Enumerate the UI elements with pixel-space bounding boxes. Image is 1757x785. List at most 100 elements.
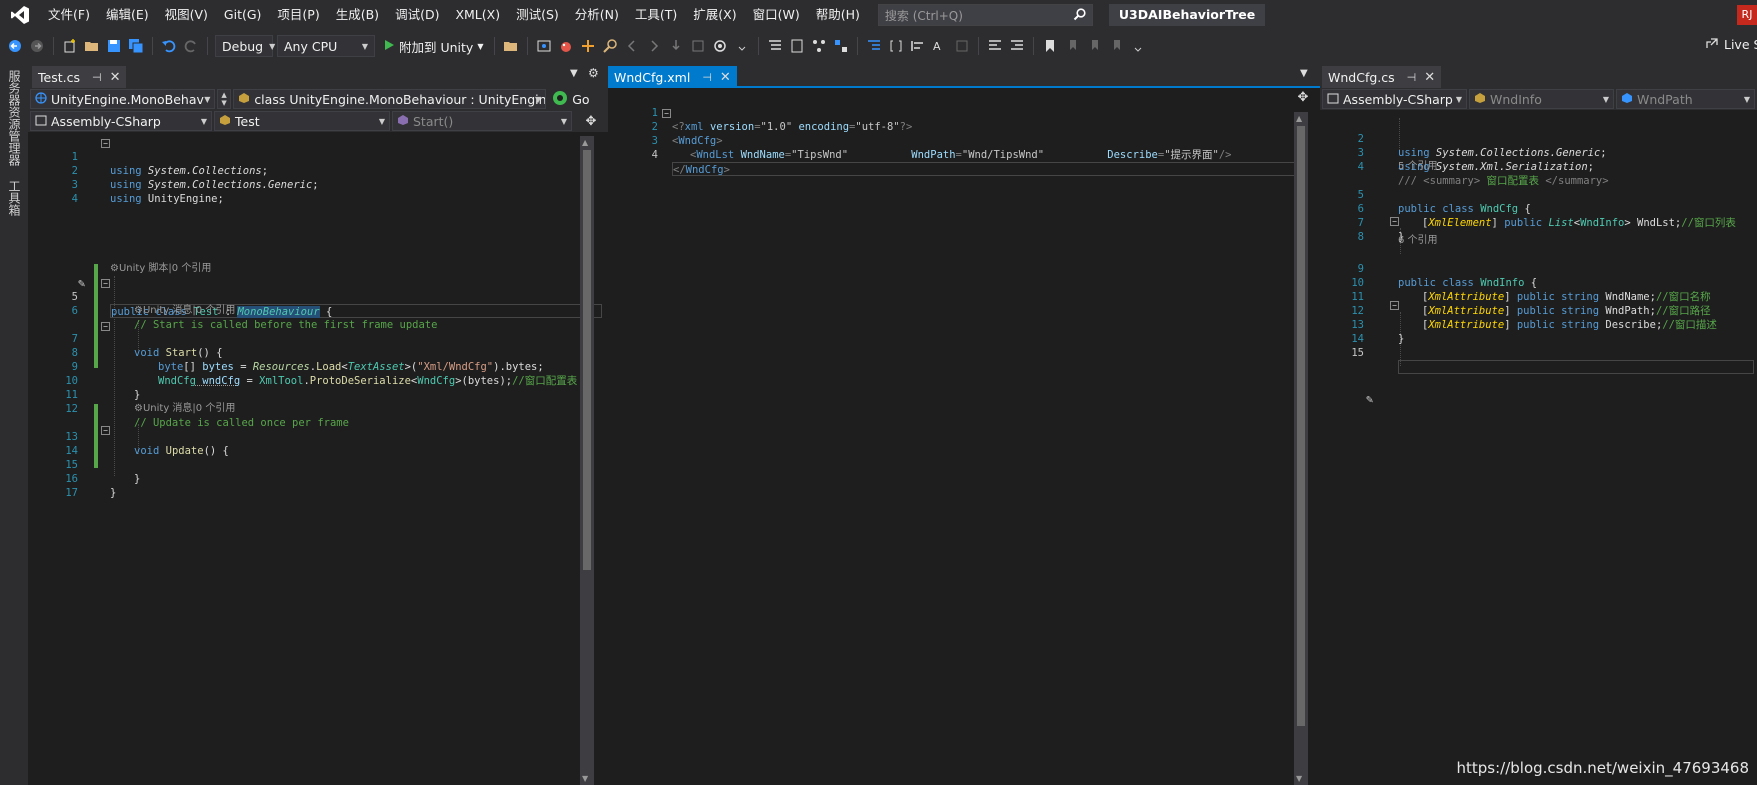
scroll-up-icon[interactable]: ▲ xyxy=(582,138,588,147)
browser-link-icon[interactable] xyxy=(535,37,553,55)
comment-lines-icon[interactable] xyxy=(986,37,1004,55)
quick-action-icon[interactable]: ✎ xyxy=(78,276,85,290)
collapse-icon[interactable]: − xyxy=(1390,217,1399,226)
toolbar-overflow-icon[interactable] xyxy=(1129,37,1147,55)
close-icon[interactable]: ✕ xyxy=(1424,70,1435,85)
collapse-icon[interactable]: − xyxy=(1390,301,1399,310)
document-icon[interactable] xyxy=(788,37,806,55)
save-icon[interactable] xyxy=(105,37,123,55)
namespace-dropdown[interactable]: UnityEngine.MonoBehav ▼ xyxy=(30,89,216,109)
menu-edit[interactable]: 编辑(E) xyxy=(98,0,157,30)
member-dropdown[interactable]: WndPath ▼ xyxy=(1615,89,1755,109)
uncomment-lines-icon[interactable] xyxy=(1008,37,1026,55)
navigate-forward-icon[interactable] xyxy=(28,37,46,55)
solution-platform-select[interactable]: Any CPU ▼ xyxy=(277,35,375,57)
unity-debug-icon[interactable] xyxy=(557,37,575,55)
tab-wndcfg-cs[interactable]: WndCfg.cs ⊣ ✕ xyxy=(1322,66,1442,88)
scroll-stepper[interactable]: ▲ ▼ xyxy=(217,89,232,109)
account-avatar[interactable]: RJ xyxy=(1737,5,1757,25)
collapse-icon[interactable]: − xyxy=(101,426,110,435)
member-dropdown[interactable]: Start() ▼ xyxy=(392,111,572,131)
tab-overflow-icon[interactable]: ▼ xyxy=(1300,68,1308,79)
tab-wndcfg-xml[interactable]: WndCfg.xml ⊣ ✕ xyxy=(608,66,737,88)
align-icon[interactable] xyxy=(909,37,927,55)
open-file-icon[interactable] xyxy=(83,37,101,55)
indent-icon[interactable] xyxy=(865,37,883,55)
type-dropdown[interactable]: class UnityEngine.MonoBehaviour : UnityE… xyxy=(233,89,547,109)
scrollbar-thumb[interactable] xyxy=(583,150,591,570)
collapse-icon[interactable]: − xyxy=(101,139,110,148)
prev-bookmark-icon[interactable] xyxy=(1063,37,1081,55)
menu-debug[interactable]: 调试(D) xyxy=(387,0,447,30)
menu-test[interactable]: 测试(S) xyxy=(508,0,567,30)
xml-editor[interactable]: − 1 <?xml version="1.0" encoding="utf-8"… xyxy=(608,92,1322,785)
collapse-icon[interactable]: − xyxy=(662,109,671,118)
codelens-references[interactable]: 5 个引用 xyxy=(1398,160,1438,174)
live-share-button[interactable]: Live Share xyxy=(1705,36,1757,53)
scroll-down-icon[interactable]: ▼ xyxy=(1296,774,1302,783)
list-icon[interactable] xyxy=(766,37,784,55)
close-icon[interactable]: ✕ xyxy=(110,70,121,85)
new-project-icon[interactable] xyxy=(61,37,79,55)
next-bookmark-icon[interactable] xyxy=(1085,37,1103,55)
hierarchy-icon[interactable] xyxy=(810,37,828,55)
class-dropdown[interactable]: Test ▼ xyxy=(214,111,390,131)
menu-window[interactable]: 窗口(W) xyxy=(745,0,808,30)
menu-project[interactable]: 项目(P) xyxy=(269,0,327,30)
visual-studio-logo-icon[interactable] xyxy=(0,0,40,30)
scroll-down-icon[interactable]: ▼ xyxy=(582,774,588,783)
class-diagram-icon[interactable] xyxy=(832,37,850,55)
step-over-icon[interactable] xyxy=(689,37,707,55)
split-editor-icon[interactable]: ✥ xyxy=(584,114,598,130)
undo-icon[interactable] xyxy=(160,37,178,55)
code-editor[interactable]: − − ✎ 2 using System.Collections.Generic… xyxy=(1320,114,1757,785)
codelens-references[interactable]: 6 个引用 xyxy=(1398,234,1438,248)
gear-icon[interactable]: ⚙ xyxy=(588,66,599,80)
menu-file[interactable]: 文件(F) xyxy=(40,0,98,30)
navigate-back-icon[interactable] xyxy=(6,37,24,55)
search-input[interactable]: 搜索 (Ctrl+Q) xyxy=(877,4,1093,26)
menu-extensions[interactable]: 扩展(X) xyxy=(685,0,744,30)
toggle-icon[interactable] xyxy=(953,37,971,55)
codelens-references[interactable]: ⚙Unity 消息|0 个引用 xyxy=(134,402,235,416)
server-explorer-tab[interactable]: 服务器资源管理器 xyxy=(5,70,23,166)
menu-git[interactable]: Git(G) xyxy=(216,0,270,30)
clear-bookmarks-icon[interactable] xyxy=(1107,37,1125,55)
step-into-icon[interactable] xyxy=(667,37,685,55)
vertical-scrollbar[interactable]: ▲ ▼ xyxy=(580,136,594,785)
menu-analyze[interactable]: 分析(N) xyxy=(567,0,627,30)
tab-test-cs[interactable]: Test.cs ⊣ ✕ xyxy=(32,66,127,88)
pin-icon[interactable]: ⊣ xyxy=(92,71,102,84)
font-icon[interactable]: A xyxy=(931,37,949,55)
scrollbar-thumb[interactable] xyxy=(1297,126,1305,726)
menu-build[interactable]: 生成(B) xyxy=(328,0,387,30)
menu-help[interactable]: 帮助(H) xyxy=(808,0,868,30)
tab-overflow-icon[interactable]: ▼ xyxy=(570,68,578,79)
scroll-up-icon[interactable]: ▲ xyxy=(1296,114,1302,123)
more-options-icon[interactable] xyxy=(733,37,751,55)
project-dropdown[interactable]: Assembly-CSharp ▼ xyxy=(1322,89,1467,109)
vertical-scrollbar[interactable]: ▲ ▼ xyxy=(1294,112,1308,785)
save-all-icon[interactable] xyxy=(127,37,145,55)
solution-configuration-select[interactable]: Debug ▼ xyxy=(215,35,275,57)
menu-tools[interactable]: 工具(T) xyxy=(627,0,685,30)
brackets-icon[interactable] xyxy=(887,37,905,55)
step-back-icon[interactable] xyxy=(623,37,641,55)
menu-xml[interactable]: XML(X) xyxy=(447,0,508,30)
collapse-icon[interactable]: − xyxy=(101,279,110,288)
redo-icon[interactable] xyxy=(182,37,200,55)
toolbox-tab[interactable]: 工具箱 xyxy=(5,180,23,216)
pin-icon[interactable]: ⊣ xyxy=(1407,71,1417,84)
code-editor[interactable]: − − − − ✎ 1 using System.Collections; 2 … xyxy=(28,136,610,785)
project-dropdown[interactable]: Assembly-CSharp ▼ xyxy=(30,111,212,131)
close-icon[interactable]: ✕ xyxy=(720,70,731,85)
open-folder-icon[interactable] xyxy=(502,37,520,55)
pin-icon[interactable]: ⊣ xyxy=(702,71,712,84)
go-button[interactable]: Go xyxy=(548,89,608,109)
step-forward-icon[interactable] xyxy=(645,37,663,55)
breakpoint-icon[interactable] xyxy=(711,37,729,55)
codelens-references[interactable]: ⚙Unity 消息|0 个引用 xyxy=(134,304,235,318)
find-icon[interactable] xyxy=(601,37,619,55)
quick-action-icon[interactable]: ✎ xyxy=(1366,392,1373,406)
hot-reload-icon[interactable] xyxy=(579,37,597,55)
